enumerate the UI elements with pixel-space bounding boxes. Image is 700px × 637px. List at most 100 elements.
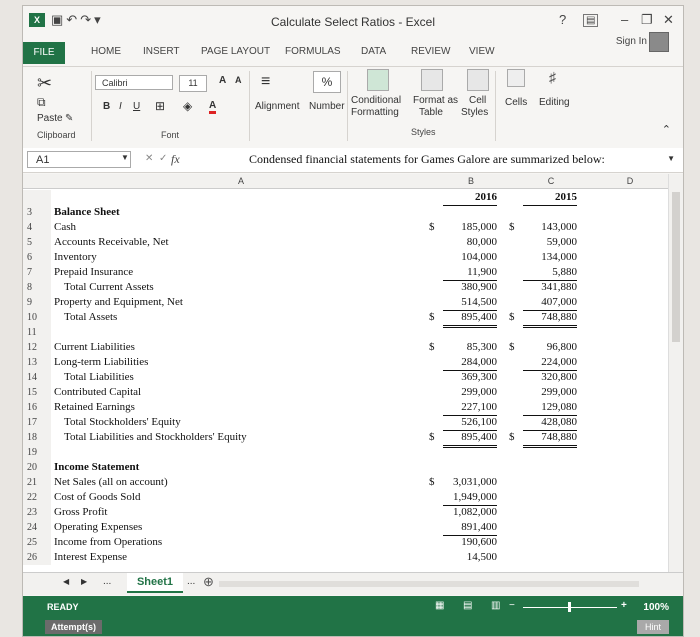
- editing-icon[interactable]: ♯: [549, 69, 556, 85]
- percent-icon[interactable]: %: [313, 71, 341, 93]
- value-2015[interactable]: 5,880: [523, 265, 577, 281]
- row-number[interactable]: 11: [23, 325, 51, 340]
- row-label[interactable]: Total Assets: [64, 310, 117, 325]
- row-label[interactable]: Long-term Liabilities: [54, 355, 148, 370]
- row-label[interactable]: Property and Equipment, Net: [54, 295, 183, 310]
- font-color-button[interactable]: A: [209, 100, 217, 114]
- column-header-d[interactable]: D: [591, 174, 669, 189]
- name-box-dropdown-icon[interactable]: ▼: [121, 153, 129, 162]
- number-button[interactable]: Number: [309, 101, 345, 112]
- bold-button[interactable]: B: [103, 101, 110, 112]
- conditional-formatting-line2[interactable]: Formatting: [351, 107, 399, 118]
- value-2016[interactable]: 104,000: [443, 250, 497, 265]
- value-2016[interactable]: 85,300: [443, 340, 497, 355]
- row-label[interactable]: Cash: [54, 220, 76, 235]
- worksheet-grid[interactable]: A B C D 2016 2015 3 Balance Sheet 4 Cash $18…: [23, 174, 683, 580]
- value-2015[interactable]: 129,080: [523, 400, 577, 416]
- row-number[interactable]: 3: [23, 205, 51, 220]
- row-number[interactable]: 7: [23, 265, 51, 280]
- zoom-out-icon[interactable]: −: [509, 600, 515, 611]
- row-number[interactable]: 20: [23, 460, 51, 475]
- row-number[interactable]: 25: [23, 535, 51, 550]
- row-number[interactable]: 13: [23, 355, 51, 370]
- shrink-font-button[interactable]: A: [235, 75, 242, 85]
- row-label[interactable]: Operating Expenses: [54, 520, 142, 535]
- value-2015[interactable]: 143,000: [523, 220, 577, 235]
- value-2015[interactable]: 320,800: [523, 370, 577, 385]
- copy-icon[interactable]: ⧉: [37, 95, 46, 110]
- value-2015[interactable]: 341,880: [523, 280, 577, 295]
- alignment-button[interactable]: Alignment: [255, 101, 299, 112]
- close-icon[interactable]: ✕: [663, 12, 674, 28]
- row-number[interactable]: 16: [23, 400, 51, 415]
- value-2016[interactable]: 14,500: [443, 550, 497, 565]
- row-label[interactable]: Current Liabilities: [54, 340, 135, 355]
- minimize-icon[interactable]: –: [621, 12, 628, 27]
- tab-home[interactable]: HOME: [91, 46, 121, 57]
- row-number[interactable]: 5: [23, 235, 51, 250]
- column-header-a[interactable]: A: [51, 174, 431, 189]
- value-2016[interactable]: 891,400: [443, 520, 497, 536]
- format-as-table-icon[interactable]: [421, 69, 443, 91]
- value-2016[interactable]: 380,900: [443, 280, 497, 295]
- row-label[interactable]: Inventory: [54, 250, 97, 265]
- row-number[interactable]: 17: [23, 415, 51, 430]
- value-2015[interactable]: 407,000: [523, 295, 577, 311]
- value-2016[interactable]: 185,000: [443, 220, 497, 235]
- column-header-b[interactable]: B: [431, 174, 511, 189]
- cell-styles-icon[interactable]: [467, 69, 489, 91]
- tab-file[interactable]: FILE: [23, 42, 65, 64]
- value-2016[interactable]: 514,500: [443, 295, 497, 311]
- sign-in-link[interactable]: Sign In: [616, 36, 647, 47]
- grow-font-button[interactable]: A: [219, 75, 226, 86]
- confirm-entry-icon[interactable]: ✓: [159, 153, 167, 164]
- value-2016[interactable]: 1,949,000: [443, 490, 497, 506]
- value-2016[interactable]: 1,082,000: [443, 505, 497, 520]
- select-all-corner[interactable]: [23, 174, 51, 189]
- value-2015[interactable]: 224,000: [523, 355, 577, 371]
- scroll-thumb[interactable]: [672, 192, 680, 342]
- editing-button[interactable]: Editing: [539, 97, 570, 108]
- row-label[interactable]: Net Sales (all on account): [54, 475, 168, 490]
- underline-button[interactable]: U: [133, 101, 140, 112]
- value-2016[interactable]: 526,100: [443, 415, 497, 431]
- row-label[interactable]: Total Liabilities and Stockholders' Equi…: [64, 430, 247, 445]
- row-number[interactable]: 23: [23, 505, 51, 520]
- row-label[interactable]: Total Current Assets: [64, 280, 154, 295]
- cells-button[interactable]: Cells: [505, 97, 527, 108]
- column-header-c[interactable]: C: [511, 174, 591, 189]
- row-number[interactable]: 4: [23, 220, 51, 235]
- row-number[interactable]: [23, 190, 51, 205]
- font-name-select[interactable]: Calibri: [95, 75, 173, 90]
- value-2016[interactable]: 190,600: [443, 535, 497, 550]
- row-number[interactable]: 6: [23, 250, 51, 265]
- cut-icon[interactable]: ✂: [37, 73, 52, 94]
- cell-styles-line2[interactable]: Styles: [461, 107, 488, 118]
- cells-icon[interactable]: [507, 69, 525, 87]
- row-label[interactable]: Accounts Receivable, Net: [54, 235, 169, 250]
- tab-formulas[interactable]: FORMULAS: [285, 46, 341, 57]
- conditional-formatting-line1[interactable]: Conditional: [351, 95, 401, 106]
- row-label[interactable]: Cost of Goods Sold: [54, 490, 141, 505]
- restore-icon[interactable]: ❐: [641, 12, 653, 28]
- value-2016[interactable]: 3,031,000: [443, 475, 497, 490]
- row-label[interactable]: Prepaid Insurance: [54, 265, 133, 280]
- horizontal-scrollbar[interactable]: [219, 581, 639, 587]
- row-number[interactable]: 15: [23, 385, 51, 400]
- value-2015[interactable]: 96,800: [523, 340, 577, 355]
- font-size-select[interactable]: 11: [179, 75, 207, 92]
- tab-data[interactable]: DATA: [361, 46, 386, 57]
- cancel-entry-icon[interactable]: ✕: [145, 153, 153, 164]
- fill-color-icon[interactable]: ◈: [183, 99, 192, 113]
- italic-button[interactable]: I: [119, 101, 122, 112]
- conditional-formatting-icon[interactable]: [367, 69, 389, 91]
- value-2015[interactable]: 299,000: [523, 385, 577, 400]
- row-label[interactable]: Retained Earnings: [54, 400, 135, 415]
- zoom-in-icon[interactable]: +: [621, 600, 627, 611]
- borders-icon[interactable]: ⊞: [155, 99, 165, 113]
- row-label[interactable]: Gross Profit: [54, 505, 107, 520]
- value-2016[interactable]: 227,100: [443, 400, 497, 416]
- zoom-level[interactable]: 100%: [643, 602, 669, 613]
- value-2016[interactable]: 299,000: [443, 385, 497, 400]
- normal-view-icon[interactable]: ▦: [435, 600, 444, 611]
